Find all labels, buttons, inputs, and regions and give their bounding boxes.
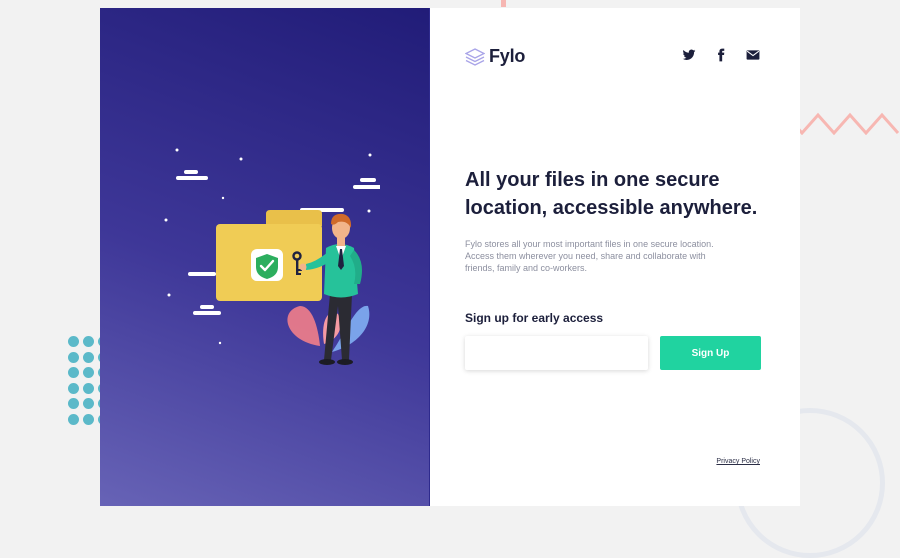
envelope-icon xyxy=(746,50,760,60)
decorative-dot xyxy=(68,413,79,425)
facebook-link[interactable] xyxy=(714,48,728,62)
decorative-dot xyxy=(83,413,94,425)
hero-panel xyxy=(100,8,430,506)
decorative-dot xyxy=(83,351,94,363)
decorative-dot xyxy=(68,351,79,363)
decorative-dot xyxy=(68,367,79,378)
signup-button[interactable]: Sign Up xyxy=(660,336,761,370)
decorative-dot xyxy=(68,382,79,394)
page-description: Fylo stores all your most important file… xyxy=(465,239,714,273)
email-input[interactable] xyxy=(465,336,648,370)
brand-name: Fylo xyxy=(489,46,526,66)
brand[interactable]: Fylo xyxy=(465,46,525,67)
fylo-logo-icon xyxy=(465,47,485,66)
signup-label: Sign up for early access xyxy=(465,311,604,325)
page-headline: All your files in one secure location, a… xyxy=(465,169,758,219)
decorative-tick xyxy=(501,0,506,7)
decorative-dot xyxy=(68,398,79,409)
facebook-icon xyxy=(718,48,725,62)
content-panel: Fylo All your files in one secure locati… xyxy=(430,8,800,506)
twitter-link[interactable] xyxy=(682,48,696,62)
decorative-dot xyxy=(83,336,94,347)
landing-card: Fylo All your files in one secure locati… xyxy=(100,8,800,506)
decorative-dot xyxy=(83,398,94,409)
privacy-policy-link[interactable]: Privacy Policy xyxy=(716,458,760,465)
email-link[interactable] xyxy=(746,48,760,62)
decorative-dot xyxy=(83,367,94,378)
social-links xyxy=(682,48,760,62)
decorative-dot xyxy=(68,336,79,347)
decorative-dot xyxy=(83,382,94,394)
secure-folder-illustration xyxy=(164,148,380,365)
twitter-icon xyxy=(682,49,696,60)
